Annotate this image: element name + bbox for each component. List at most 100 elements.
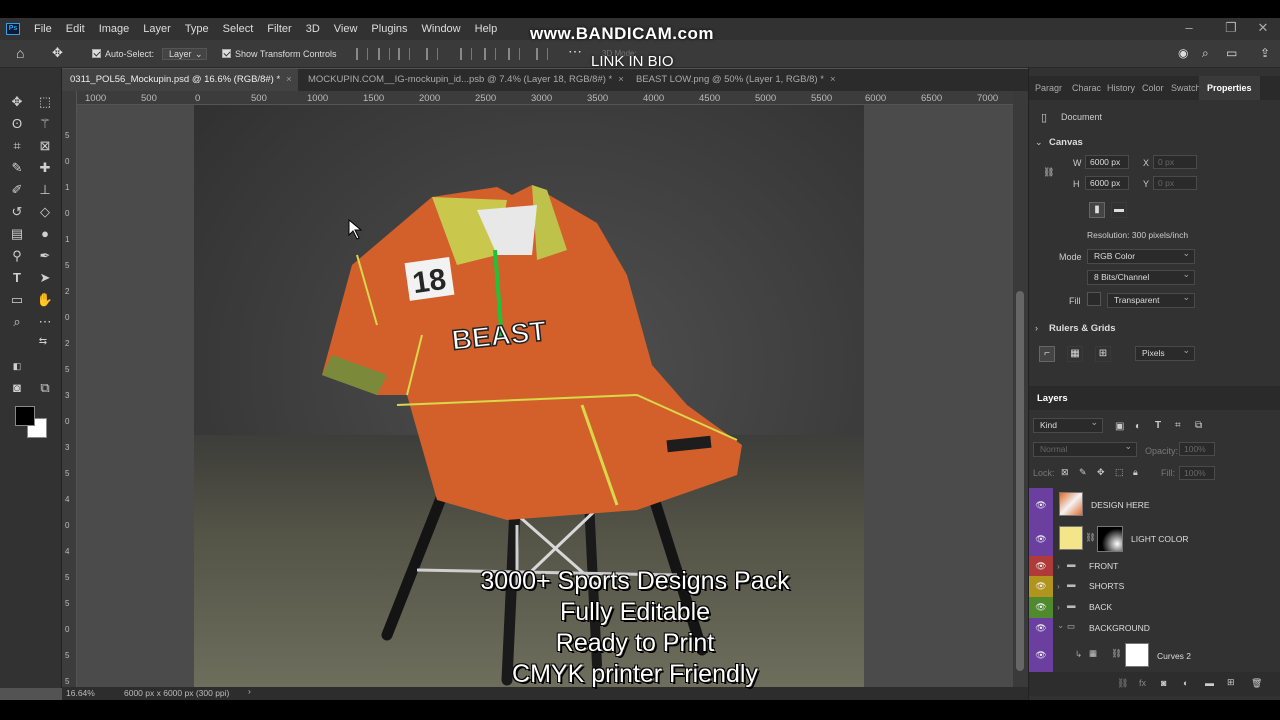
auto-select-checkbox[interactable]: Auto-Select: (92, 46, 154, 62)
more-tools-icon[interactable]: ⋯ (34, 312, 56, 332)
rectangle-tool-icon[interactable]: ▭ (6, 290, 28, 310)
search-icon[interactable]: ⌕ (1202, 45, 1209, 61)
eye-icon[interactable]: 👁︎ (1029, 488, 1053, 522)
layer-mask-thumbnail[interactable] (1125, 643, 1149, 667)
opacity-input[interactable]: 100% (1179, 442, 1215, 456)
lock-pixels-icon[interactable]: ⊠ (1061, 467, 1069, 478)
zoom-tool-icon[interactable]: ⌕ (6, 312, 28, 332)
x-input[interactable]: 0 px (1153, 155, 1197, 169)
width-input[interactable]: 6000 px (1085, 155, 1129, 169)
layer-mask-thumbnail[interactable] (1097, 526, 1123, 552)
quick-mask-icon[interactable]: ◙ (6, 378, 28, 398)
chevron-right-icon[interactable]: › (1057, 581, 1060, 591)
workspace-icon[interactable]: ▭ (1226, 45, 1237, 61)
link-layers-icon[interactable]: ⛓ (1117, 678, 1128, 689)
hand-tool-icon[interactable]: ✋ (34, 290, 56, 310)
filter-type-icon[interactable]: T (1155, 420, 1161, 431)
ruler-toggle-icon[interactable]: ⌐ (1039, 346, 1055, 362)
brush-tool-icon[interactable]: ✐ (6, 180, 28, 200)
zoom-level[interactable]: 16.64% (66, 688, 95, 698)
filter-image-icon[interactable]: ▣ (1115, 421, 1124, 432)
blur-tool-icon[interactable]: ● (34, 224, 56, 244)
filter-shape-icon[interactable]: ⌗ (1175, 420, 1181, 431)
layer-row[interactable]: 👁︎ ↳ ▦ ⛓ Curves 2 (1029, 638, 1280, 672)
eyedropper-tool-icon[interactable]: ✎ (6, 158, 28, 178)
layer-row[interactable]: 👁︎ ⛓ LIGHT COLOR (1029, 522, 1280, 556)
stamp-tool-icon[interactable]: ⊥ (34, 180, 56, 200)
path-select-icon[interactable]: ➤ (34, 268, 56, 288)
marquee-tool-icon[interactable]: ⬚ (34, 92, 56, 112)
minimize-icon[interactable]: – (1176, 18, 1202, 40)
more-options-icon[interactable]: ⋯ (568, 43, 582, 59)
tab-history[interactable]: History (1107, 76, 1135, 100)
default-colors-icon[interactable]: ◧ (6, 356, 28, 376)
distribute-vertical-icon[interactable] (536, 48, 548, 60)
layer-group-row[interactable]: 👁︎ › ▬ FRONT (1029, 556, 1280, 576)
chevron-right-icon[interactable]: › (1057, 561, 1060, 571)
eye-icon[interactable]: 👁︎ (1029, 597, 1053, 618)
chevron-right-icon[interactable]: › (1035, 323, 1038, 333)
align-top-icon[interactable] (460, 48, 472, 60)
tab-character[interactable]: Charac (1072, 76, 1101, 100)
tab-mockupin-document[interactable]: MOCKUPIN.COM__IG-mockupin_id...psb @ 7.4… (300, 69, 628, 91)
move-tool-icon[interactable]: ✥ (52, 45, 63, 61)
crop-tool-icon[interactable]: ⌗ (6, 136, 28, 156)
distribute-icon[interactable] (426, 48, 438, 60)
link-icon[interactable]: ⛓ (1043, 167, 1054, 178)
tab-beast-low-document[interactable]: BEAST LOW.png @ 50% (Layer 1, RGB/8) * × (628, 69, 838, 91)
close-icon[interactable]: ✕ (1250, 18, 1276, 40)
lock-artboard-icon[interactable]: ⬚ (1115, 467, 1124, 478)
align-right-icon[interactable] (398, 48, 410, 60)
chevron-right-icon[interactable]: › (1057, 602, 1060, 612)
frame-tool-icon[interactable]: ⊠ (34, 136, 56, 156)
menu-edit[interactable]: Edit (60, 23, 93, 35)
menu-3d[interactable]: 3D (300, 23, 328, 35)
new-group-icon[interactable]: ▬ (1205, 678, 1214, 688)
fill-swatch[interactable] (1087, 292, 1101, 306)
lock-all-icon[interactable]: 🔒︎ (1133, 467, 1138, 478)
tab-paragraph[interactable]: Paragr (1035, 76, 1062, 100)
fx-icon[interactable]: fx (1139, 678, 1146, 688)
tab-properties[interactable]: Properties (1199, 76, 1260, 100)
dodge-tool-icon[interactable]: ⚲ (6, 246, 28, 266)
menu-filter[interactable]: Filter (261, 23, 299, 35)
tab-close-icon[interactable]: × (286, 74, 292, 85)
pen-tool-icon[interactable]: ✒ (34, 246, 56, 266)
tab-color[interactable]: Color (1142, 76, 1164, 100)
layer-group-row[interactable]: 👁︎ › ▬ BACK (1029, 597, 1280, 618)
blend-mode-dropdown[interactable]: Normal (1033, 440, 1137, 457)
tab-close-icon[interactable]: × (618, 74, 624, 85)
eraser-tool-icon[interactable]: ◇ (34, 202, 56, 222)
menu-help[interactable]: Help (469, 23, 506, 35)
menu-select[interactable]: Select (217, 23, 262, 35)
foreground-color-swatch[interactable] (15, 406, 35, 426)
menu-image[interactable]: Image (93, 23, 138, 35)
tab-active-document[interactable]: 0311_POL56_Mockupin.psd @ 16.6% (RGB/8#)… (62, 69, 298, 91)
tab-swatches[interactable]: Swatch (1171, 76, 1201, 100)
filter-smart-icon[interactable]: ⧉ (1195, 420, 1202, 431)
align-middle-icon[interactable] (484, 48, 496, 60)
new-layer-icon[interactable]: ⊞ (1227, 677, 1235, 688)
menu-layer[interactable]: Layer (137, 23, 179, 35)
adjustment-layer-icon[interactable]: ◐ (1183, 678, 1188, 688)
y-input[interactable]: 0 px (1153, 176, 1197, 190)
align-center-icon[interactable] (378, 48, 390, 60)
align-bottom-icon[interactable] (508, 48, 520, 60)
history-brush-icon[interactable]: ↺ (6, 202, 28, 222)
eye-icon[interactable]: 👁︎ (1029, 638, 1053, 672)
guides-toggle-icon[interactable]: ⊞ (1095, 346, 1111, 362)
bits-dropdown[interactable]: 8 Bits/Channel (1087, 268, 1195, 285)
screen-mode-icon[interactable]: ⧉ (34, 378, 56, 398)
maximize-icon[interactable]: ❐ (1218, 18, 1244, 40)
layer-filter-dropdown[interactable]: Kind (1033, 416, 1103, 433)
landscape-orientation-icon[interactable]: ▬ (1111, 202, 1127, 218)
show-transform-checkbox[interactable]: Show Transform Controls (222, 46, 337, 62)
menu-plugins[interactable]: Plugins (365, 23, 415, 35)
menu-file[interactable]: File (28, 23, 60, 35)
layer-row[interactable]: 👁︎ DESIGN HERE (1029, 488, 1280, 522)
menu-view[interactable]: View (328, 23, 366, 35)
scrollbar-thumb[interactable] (1016, 291, 1024, 671)
menu-type[interactable]: Type (179, 23, 217, 35)
share-icon[interactable]: ⇪ (1260, 45, 1270, 61)
menu-window[interactable]: Window (416, 23, 469, 35)
